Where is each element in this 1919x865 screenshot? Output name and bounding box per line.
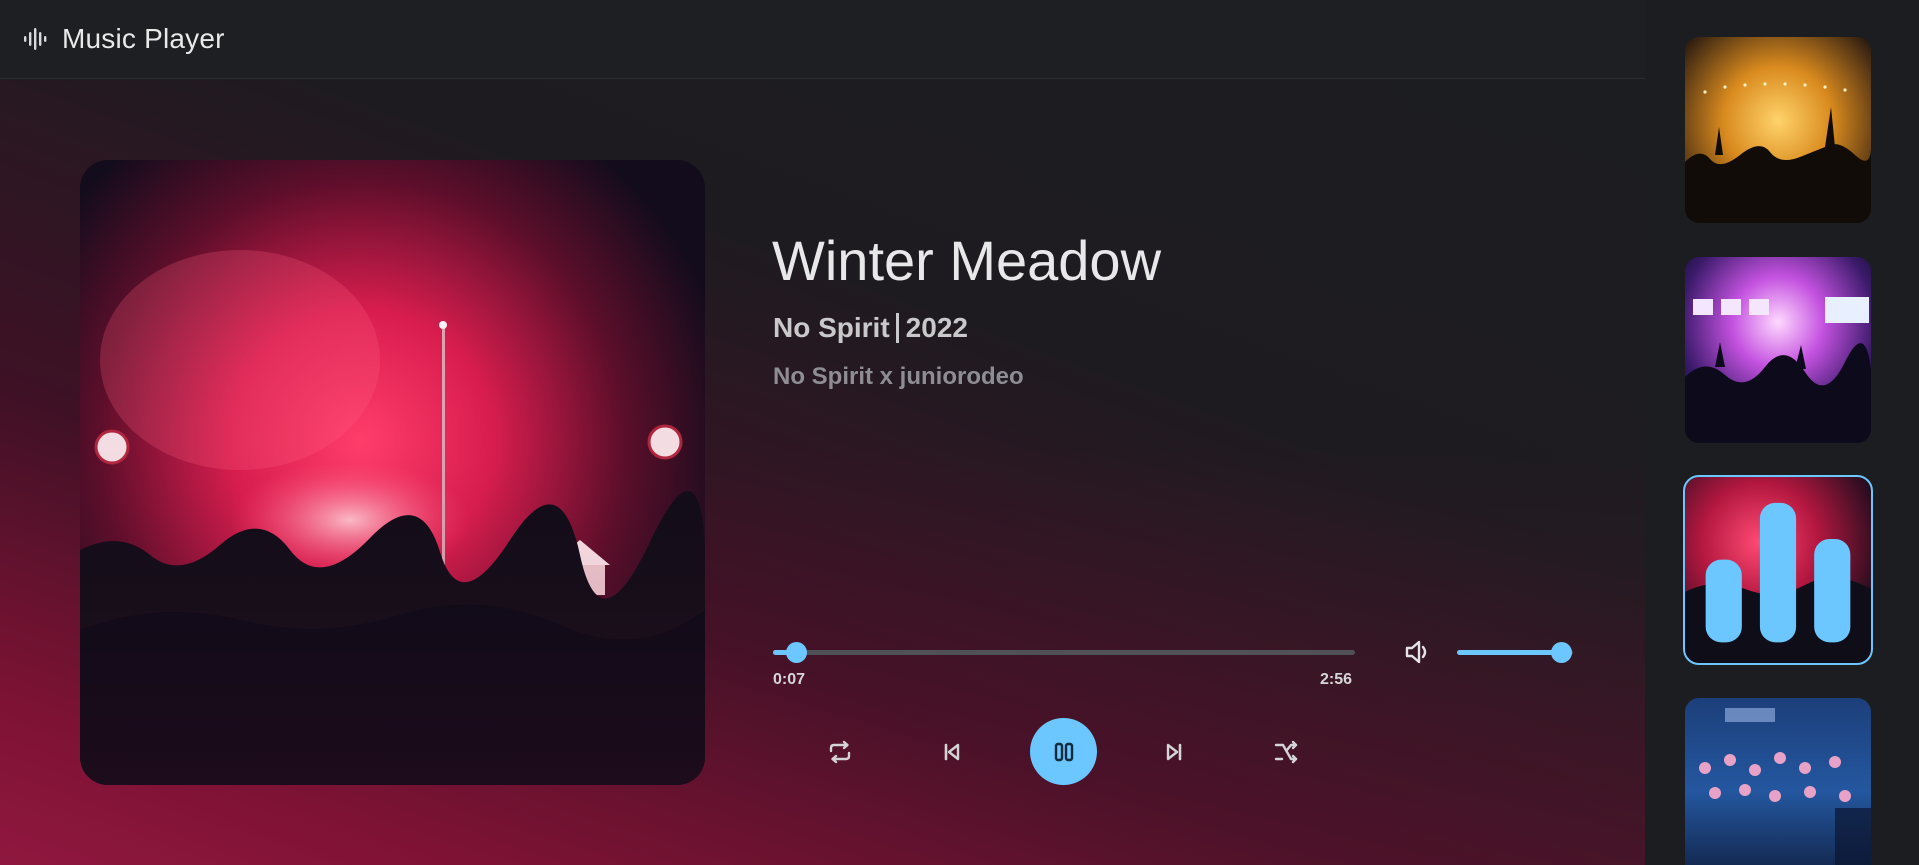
concert-crowd-red-image [80, 160, 705, 785]
album-art [80, 160, 705, 785]
current-time: 0:07 [773, 671, 806, 688]
track-meta: No Spirit 2022 [773, 312, 968, 344]
seek-thumb[interactable] [786, 642, 808, 663]
concert-crowd-blue-image [1685, 698, 1871, 865]
concert-crowd-golden-image [1685, 37, 1871, 223]
seek-track [773, 650, 1355, 655]
repeat-button[interactable] [818, 730, 862, 774]
waveform-icon [24, 28, 47, 50]
speaker-volume-icon[interactable] [1403, 637, 1433, 667]
seek-slider[interactable] [773, 642, 1355, 663]
volume-fill [1457, 650, 1562, 655]
playlist-item[interactable] [1685, 257, 1871, 443]
volume-thumb[interactable] [1551, 642, 1573, 663]
track-year: 2022 [905, 312, 968, 343]
playlist-item-active[interactable] [1683, 475, 1873, 665]
app-header: Music Player [0, 0, 1645, 79]
playlist-item[interactable] [1685, 37, 1871, 223]
next-button[interactable] [1152, 730, 1196, 774]
track-title: Winter Meadow [772, 229, 1162, 292]
meta-divider [895, 313, 899, 343]
track-credits: No Spirit x juniorodeo [773, 363, 1024, 390]
shuffle-icon [1274, 740, 1298, 764]
music-player-app: Music Player Winter Meadow No Spirit 202… [0, 0, 1919, 865]
skip-next-icon [1166, 743, 1182, 761]
previous-button[interactable] [930, 730, 974, 774]
pause-icon [1054, 742, 1073, 761]
shuffle-button[interactable] [1264, 730, 1308, 774]
volume-slider[interactable] [1457, 642, 1573, 663]
playlist-item[interactable] [1685, 698, 1871, 865]
skip-previous-icon [944, 743, 960, 761]
playlist-sidebar [1645, 0, 1919, 865]
equalizer-icon [1705, 502, 1851, 643]
track-artist[interactable]: No Spirit [773, 312, 890, 344]
app-title: Music Player [62, 23, 225, 54]
total-time: 2:56 [1320, 671, 1353, 688]
concert-stage-purple-image [1685, 257, 1871, 443]
play-pause-button[interactable] [1030, 718, 1097, 785]
repeat-icon [829, 740, 851, 764]
